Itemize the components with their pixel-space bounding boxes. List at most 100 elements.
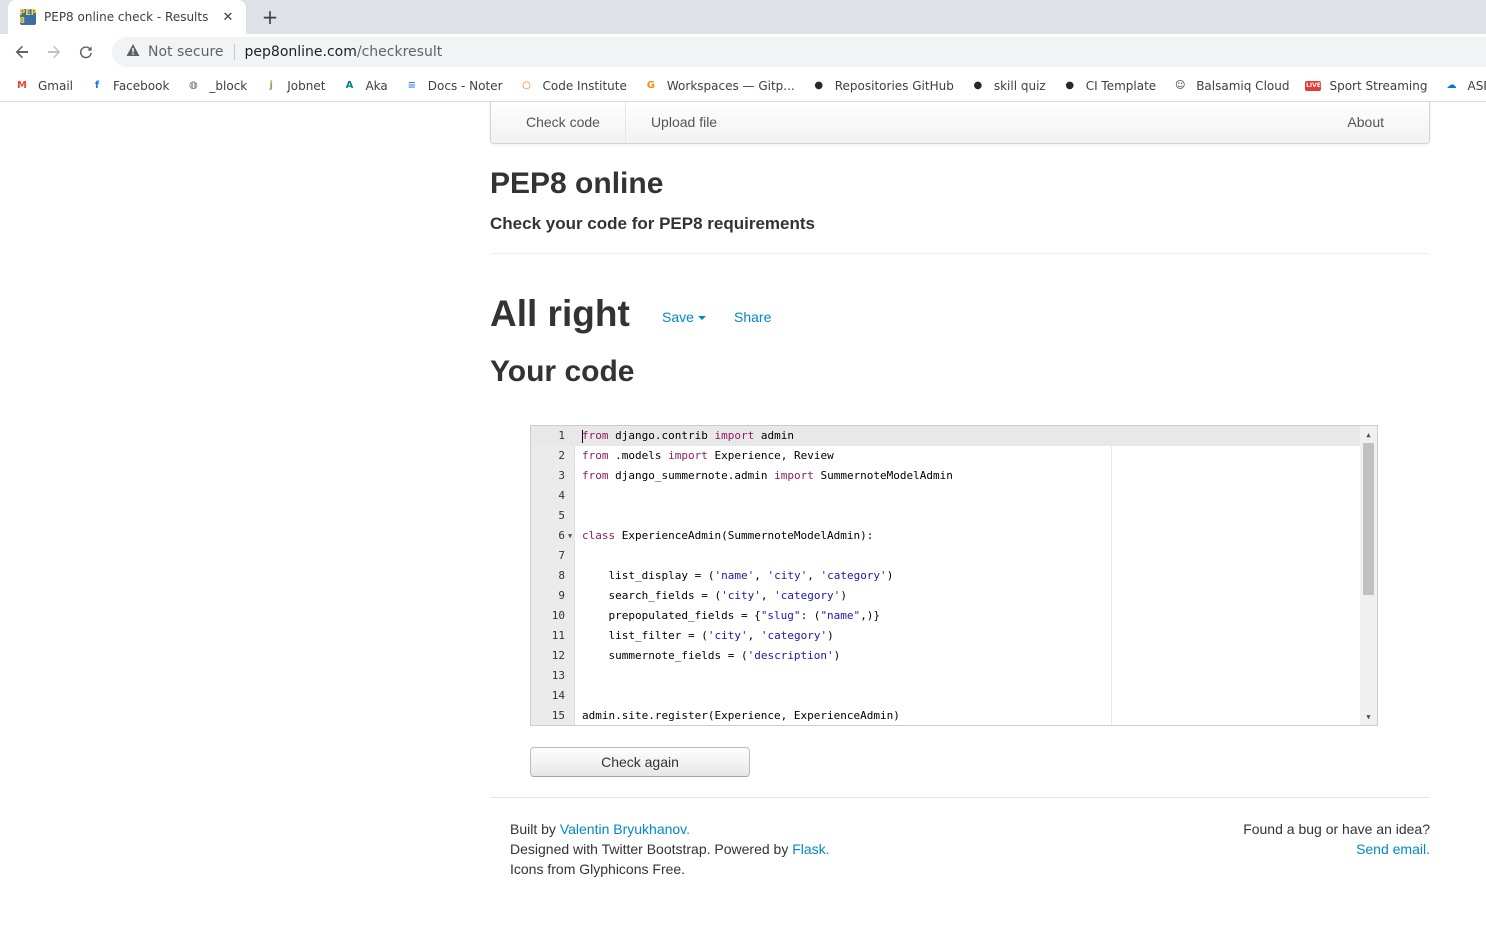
docs-icon: ≡ xyxy=(407,80,416,91)
scroll-up-arrow-icon[interactable]: ▲ xyxy=(1360,426,1377,443)
bookmark-item[interactable]: LIVE Sport Streaming xyxy=(1305,79,1427,93)
code-line[interactable]: 4 xyxy=(531,486,1361,506)
back-arrow-icon[interactable] xyxy=(8,38,36,66)
line-code: summernote_fields = ('description') xyxy=(582,649,841,662)
share-link[interactable]: Share xyxy=(734,309,771,325)
designed-text: Designed with Twitter Bootstrap. Powered… xyxy=(510,841,793,857)
not-secure-label[interactable]: Not secure xyxy=(148,44,235,60)
period: . xyxy=(825,841,830,857)
bookmark-label: CI Template xyxy=(1085,78,1157,93)
send-email-link[interactable]: Send email xyxy=(1356,841,1426,857)
tab-title: PEP8 online check - Results xyxy=(44,10,209,24)
line-number: 9 xyxy=(558,589,565,602)
code-line[interactable]: 14 xyxy=(531,686,1361,706)
bookmark-item[interactable]: ○ Code Institute xyxy=(519,78,627,94)
bookmark-item[interactable]: ≡ Docs - Noter xyxy=(404,78,503,94)
line-number: 13 xyxy=(551,669,565,682)
nav-upload-file[interactable]: Upload file xyxy=(626,102,742,143)
bug-text: Found a bug or have an idea? xyxy=(1243,821,1430,837)
bookmark-item[interactable]: ● skill quiz xyxy=(970,78,1045,94)
footer-divider xyxy=(490,797,1430,798)
reload-icon[interactable] xyxy=(72,38,100,66)
code-line[interactable]: 15 admin.site.register(Experience, Experi… xyxy=(531,706,1361,725)
site-navbar: Check code Upload file About xyxy=(490,102,1430,144)
line-number: 12 xyxy=(551,649,565,662)
flask-link[interactable]: Flask xyxy=(792,841,825,857)
code-line[interactable]: 2 from .models import Experience, Review xyxy=(531,446,1361,466)
browser-tab[interactable]: PEP 8 PEP8 online check - Results ✕ xyxy=(8,0,246,34)
line-number: 11 xyxy=(551,629,565,642)
line-number: 5 xyxy=(558,509,565,522)
globe-icon: ◍ xyxy=(189,80,198,91)
period: . xyxy=(686,821,691,837)
bookmark-item[interactable]: G Workspaces — Gitp... xyxy=(643,78,795,94)
line-number: 2 xyxy=(558,449,565,462)
code-line[interactable]: 12 summernote_fields = ('description') xyxy=(531,646,1361,666)
scroll-down-arrow-icon[interactable]: ▼ xyxy=(1360,708,1377,725)
close-icon[interactable]: ✕ xyxy=(220,9,236,25)
bookmarks-bar: M Gmail f Facebook ◍ _block j Jobnet A Aka ≡ Docs -… xyxy=(0,70,1486,102)
bookmark-label: Docs - Noter xyxy=(427,78,503,93)
code-line[interactable]: 11 list_filter = ('city', 'category') xyxy=(531,626,1361,646)
github-icon: ● xyxy=(1065,80,1075,91)
author-link[interactable]: Valentin Bryukhanov xyxy=(560,821,686,837)
bookmark-item[interactable]: f Facebook xyxy=(89,78,170,94)
bookmark-item[interactable]: ● CI Template xyxy=(1062,78,1157,94)
scrollbar-thumb[interactable] xyxy=(1363,443,1374,595)
footer-line-built: Built by Valentin Bryukhanov. xyxy=(510,819,830,839)
bookmark-label: Balsamiq Cloud xyxy=(1196,78,1290,93)
code-line[interactable]: 1 from django.contrib import admin xyxy=(531,426,1361,446)
aka-icon: A xyxy=(345,80,354,91)
check-again-button[interactable]: Check again xyxy=(530,747,750,777)
save-dropdown[interactable]: Save xyxy=(662,309,706,325)
bookmark-label: Facebook xyxy=(113,78,170,93)
bookmark-item[interactable]: j Jobnet xyxy=(263,78,326,94)
caret-down-icon xyxy=(697,316,706,321)
github-icon: ● xyxy=(973,80,983,91)
warning-triangle-icon[interactable] xyxy=(126,43,140,62)
code-line[interactable]: 6 ▼ class ExperienceAdmin(SummernoteModelA… xyxy=(531,526,1361,546)
bookmark-item[interactable]: M Gmail xyxy=(14,78,73,94)
bookmark-item[interactable]: ☁ ASP_Net_ xyxy=(1443,78,1486,94)
bookmark-item[interactable]: ☺ Balsamiq Cloud xyxy=(1172,78,1289,94)
address-bar[interactable]: Not secure pep8online.com/checkresult xyxy=(112,37,1486,67)
gmail-icon: M xyxy=(17,80,27,91)
code-line[interactable]: 3 from django_summernote.admin import Sum… xyxy=(531,466,1361,486)
code-editor[interactable]: 1 from django.contrib import admin 2 from .… xyxy=(530,425,1378,726)
pep8-favicon-icon: PEP 8 xyxy=(19,8,37,25)
footer-line-icons: Icons from Glyphicons Free. xyxy=(510,861,686,877)
bookmark-label: _block xyxy=(209,78,248,93)
line-code: prepopulated_fields = {"slug": ("name",)… xyxy=(582,609,881,622)
line-code: class ExperienceAdmin(SummernoteModelAdm… xyxy=(582,529,874,542)
editor-scrollbar[interactable]: ▲ ▼ xyxy=(1360,426,1377,725)
url-host: pep8online.com xyxy=(244,44,357,60)
line-number: 3 xyxy=(558,469,565,482)
page-subtitle: Check your code for PEP8 requirements xyxy=(490,214,815,233)
bookmark-label: ASP_Net_ xyxy=(1467,78,1486,93)
line-number: 1 xyxy=(558,429,565,442)
page-content: Check code Upload file About PEP8 online… xyxy=(0,102,1486,951)
code-line[interactable]: 7 xyxy=(531,546,1361,566)
fold-arrow-icon[interactable]: ▼ xyxy=(568,526,572,546)
new-tab-plus-icon[interactable]: + xyxy=(258,5,282,29)
line-code: search_fields = ('city', 'category') xyxy=(582,589,847,602)
code-line[interactable]: 8 list_display = ('name', 'city', 'categ… xyxy=(531,566,1361,586)
bookmark-item[interactable]: ◍ _block xyxy=(185,78,247,94)
bookmark-item[interactable]: ● Repositories GitHub xyxy=(811,78,953,94)
url-text[interactable]: pep8online.com/checkresult xyxy=(245,44,443,60)
nav-check-code[interactable]: Check code xyxy=(491,102,626,143)
your-code-heading: Your code xyxy=(490,355,635,388)
facebook-icon: f xyxy=(94,80,100,91)
footer-line-designed: Designed with Twitter Bootstrap. Powered… xyxy=(510,839,830,859)
line-code: admin.site.register(Experience, Experien… xyxy=(582,709,900,722)
footer-feedback: Found a bug or have an idea? Send email. xyxy=(1243,819,1430,859)
forward-arrow-icon[interactable] xyxy=(40,38,68,66)
code-line[interactable]: 13 xyxy=(531,666,1361,686)
nav-about[interactable]: About xyxy=(1312,102,1429,143)
bookmark-label: Sport Streaming xyxy=(1329,78,1428,93)
smiley-icon: ☺ xyxy=(1174,80,1186,91)
bookmark-item[interactable]: A Aka xyxy=(341,78,388,94)
code-line[interactable]: 9 search_fields = ('city', 'category') xyxy=(531,586,1361,606)
code-line[interactable]: 10 prepopulated_fields = {"slug": ("name… xyxy=(531,606,1361,626)
code-line[interactable]: 5 xyxy=(531,506,1361,526)
